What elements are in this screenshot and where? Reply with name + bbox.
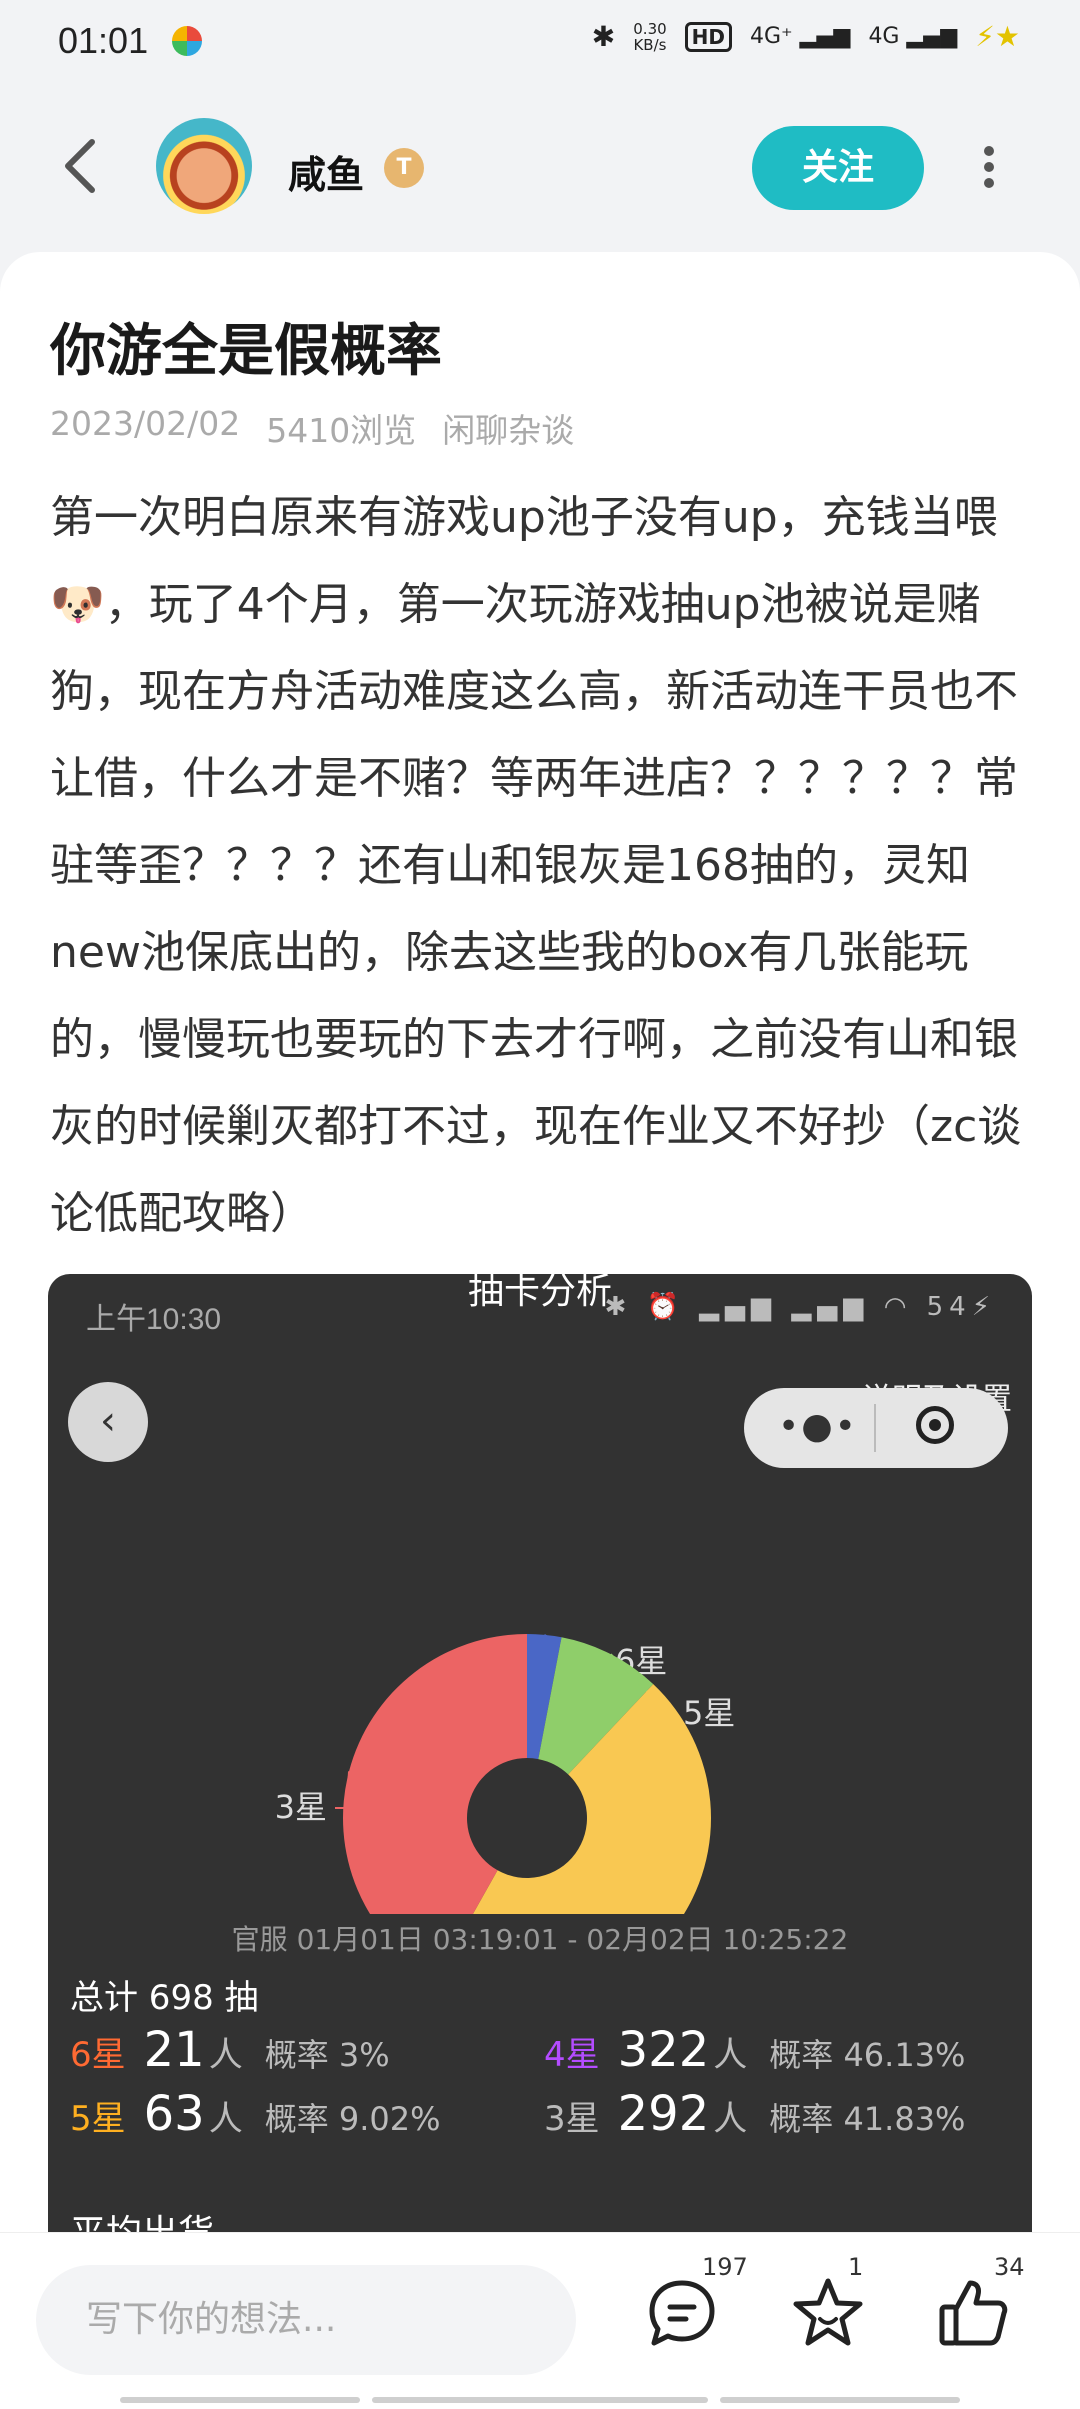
like-count: 34 (994, 2253, 1025, 2281)
comment-count: 197 (702, 2253, 748, 2281)
signal-icon-2: 4G ▂▄▆ (868, 24, 958, 49)
more-options-icon[interactable] (976, 140, 1002, 200)
stat-3star: 3星 292 人概率 41.83% (544, 2086, 965, 2142)
avatar[interactable] (156, 118, 252, 214)
post-body: 第一次明白原来有游戏up池子没有up，充钱当喂🐶，玩了4个月，第一次玩游戏抽up… (50, 492, 1022, 1239)
favorite-count: 1 (848, 2253, 864, 2281)
stat-star-label: 4星 (544, 2035, 600, 2075)
post-header: 咸鱼 T 关注 (0, 110, 1080, 230)
nav-handle-center (372, 2397, 708, 2403)
pie-label: 5星 (683, 1694, 735, 1732)
status-bar: 01:01 ✱ 0.30 KB/s HD 4G⁺ ▂▄▆ 4G ▂▄▆ ⚡★ (0, 0, 1080, 84)
stat-4star: 4星 322 人概率 46.13% (544, 2022, 965, 2078)
post-card: 你游全是假概率 2023/02/02 5410浏览 闲聊杂谈 第一次明白原来有游… (0, 252, 1080, 2254)
like-button[interactable]: 34 (934, 2253, 1025, 2353)
stat-unit: 人 (713, 2099, 748, 2139)
battery-charging-icon: ⚡★ (975, 20, 1020, 53)
username[interactable]: 咸鱼 (288, 144, 364, 199)
screenshot-total: 总计 698 抽 (70, 1978, 259, 2018)
signal-label-2: 4G (868, 24, 900, 49)
app-notification-icon (172, 26, 202, 56)
stat-rate: 概率 3% (264, 2036, 390, 2074)
stat-star-label: 5星 (70, 2099, 126, 2139)
favorite-button[interactable]: 1 (788, 2253, 868, 2353)
stat-unit: 人 (208, 2035, 243, 2075)
stat-count: 21 (143, 2022, 205, 2078)
post-views: 5410浏览 (266, 411, 417, 450)
stat-unit: 人 (208, 2099, 243, 2139)
stat-count: 322 (617, 2022, 710, 2078)
stat-count: 63 (143, 2086, 205, 2142)
bluetooth-icon: ✱ (591, 20, 616, 53)
comment-input[interactable]: 写下你的想法... (36, 2265, 576, 2375)
post-title: 你游全是假概率 (50, 319, 442, 384)
network-speed: 0.30 KB/s (633, 21, 666, 53)
thumbs-up-icon (939, 2280, 1008, 2346)
post-date: 2023/02/02 (50, 404, 241, 443)
stat-rate: 概率 9.02% (264, 2100, 441, 2138)
network-speed-unit: KB/s (633, 35, 667, 54)
stat-star-label: 6星 (70, 2035, 126, 2075)
nav-handle-left (120, 2397, 360, 2403)
follow-button[interactable]: 关注 (752, 126, 924, 210)
star-icon (793, 2278, 863, 2346)
stat-6star: 6星 21 人概率 3% (70, 2022, 390, 2078)
status-icons: ✱ 0.30 KB/s HD 4G⁺ ▂▄▆ 4G ▂▄▆ ⚡★ (592, 20, 1020, 53)
post-meta: 2023/02/02 5410浏览 闲聊杂谈 (50, 404, 574, 452)
nav-handle-right (720, 2397, 960, 2403)
bottom-action-bar: 写下你的想法... 197 1 34 (0, 2232, 1080, 2409)
stat-count: 292 (617, 2086, 710, 2142)
comment-button[interactable]: 197 (642, 2253, 748, 2353)
pie-chart: 6星5星4星3星 (275, 1633, 735, 1914)
post-category[interactable]: 闲聊杂谈 (442, 404, 574, 452)
level-badge: T (384, 148, 424, 188)
signal-icon-1: 4G⁺ ▂▄▆ (750, 24, 851, 49)
stat-5star: 5星 63 人概率 9.02% (70, 2086, 441, 2142)
pie-label: 3星 (275, 1788, 327, 1826)
screenshot-date-range: 官服 01月01日 03:19:01 - 02月02日 10:25:22 (231, 1923, 849, 1956)
comment-icon (649, 2280, 715, 2346)
stat-star-label: 3星 (544, 2099, 600, 2139)
stat-rate: 概率 46.13% (769, 2036, 966, 2074)
back-arrow-icon[interactable] (56, 136, 106, 196)
status-time: 01:01 (58, 20, 149, 61)
signal-label-1: 4G⁺ (750, 24, 793, 49)
stat-rate: 概率 41.83% (769, 2100, 966, 2138)
stat-unit: 人 (713, 2035, 748, 2075)
hd-icon: HD (684, 21, 733, 52)
embedded-screenshot[interactable]: 抽卡分析 上午10:30 ✱ ⏰ ▂▄▆ ▂▄▆ ◠ 54⚡ ‹ 说明及设置 •… (48, 1274, 1032, 2254)
